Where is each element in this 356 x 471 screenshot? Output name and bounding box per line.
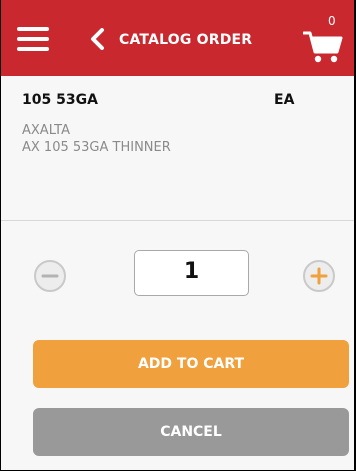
page-title: CATALOG ORDER bbox=[119, 32, 253, 48]
increment-button[interactable] bbox=[303, 260, 335, 292]
part-number: 105 53GA bbox=[22, 92, 98, 108]
quantity-input[interactable]: 1 bbox=[134, 250, 249, 296]
hamburger-menu-icon[interactable] bbox=[17, 27, 49, 51]
cancel-button[interactable]: CANCEL bbox=[33, 408, 349, 456]
add-to-cart-button[interactable]: ADD TO CART bbox=[33, 340, 349, 388]
catalog-order-screen: CATALOG ORDER 0 105 53GA EA AXALTA AX 10… bbox=[1, 0, 354, 470]
section-divider bbox=[1, 220, 354, 221]
product-brand: AXALTA bbox=[22, 123, 70, 138]
decrement-button[interactable] bbox=[34, 260, 66, 292]
shopping-cart-icon bbox=[303, 31, 343, 63]
plus-circle-icon bbox=[310, 267, 328, 285]
product-description: AX 105 53GA THINNER bbox=[22, 140, 171, 155]
chevron-left-icon[interactable] bbox=[87, 28, 109, 50]
minus-circle-icon bbox=[41, 274, 59, 278]
app-header: CATALOG ORDER 0 bbox=[1, 0, 354, 76]
cart-button[interactable]: 0 bbox=[301, 14, 347, 68]
unit-of-measure: EA bbox=[274, 92, 295, 108]
cart-count-badge: 0 bbox=[328, 14, 336, 28]
